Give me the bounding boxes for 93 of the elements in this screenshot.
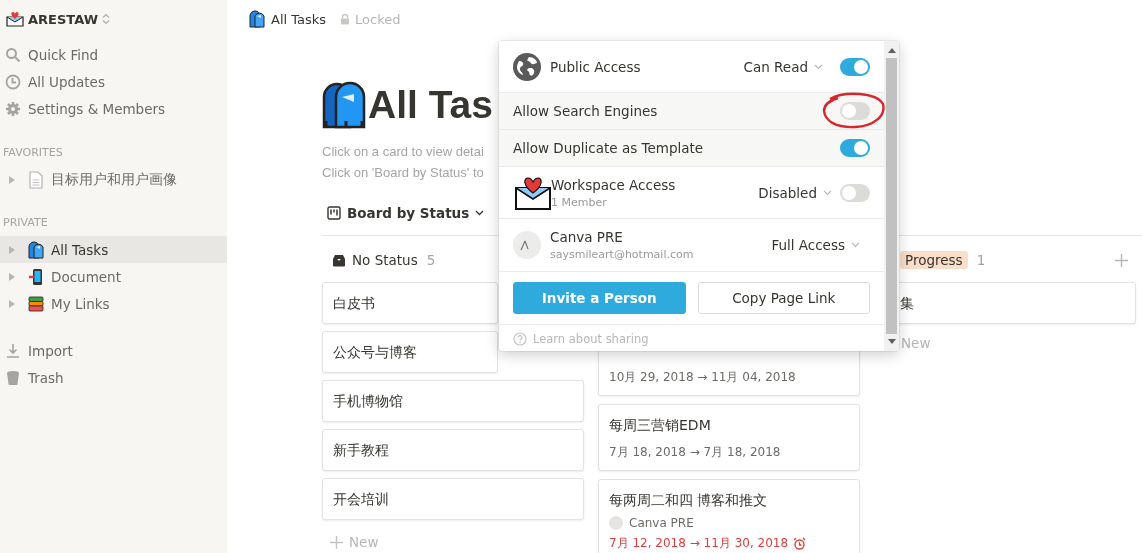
chevron-down-icon [814, 63, 823, 70]
scroll-up-icon [887, 48, 896, 53]
mailbox-icon [28, 240, 44, 259]
card-title: 每两周二和四 博客和推文 [609, 491, 768, 510]
inbox-icon [332, 253, 346, 267]
section-heading: PRIVATE [2, 215, 49, 231]
workspace-switcher[interactable]: ARESTAW [0, 0, 227, 38]
section-heading: FAVORITES [2, 145, 64, 161]
column-count: 5 [426, 252, 436, 268]
date-range: 7月 12, 2018 → 11月 30, 2018 [609, 535, 849, 552]
chevron-down-icon [851, 242, 860, 248]
toggle-switch[interactable] [840, 183, 870, 202]
help-icon [513, 332, 527, 346]
date-range: 10月 29, 2018 → 11月 04, 2018 [609, 369, 797, 386]
board-card[interactable]: 每周三营销EDM 7月 18, 2018 → 7月 18, 2018 [598, 404, 860, 471]
avatar-icon [513, 231, 541, 259]
sidebar-item[interactable]: Import [0, 337, 227, 364]
board-icon [327, 206, 341, 220]
phone-icon [28, 267, 44, 286]
column-count: 1 [976, 252, 986, 268]
permission-dropdown[interactable]: Can Read [743, 58, 823, 75]
card-title: 集 [900, 294, 914, 313]
sidebar-item[interactable]: Quick Find [0, 41, 227, 68]
card-title: 新手教程 [333, 441, 389, 460]
sidebar-page[interactable]: My Links [0, 290, 227, 317]
card-title: 白皮书 [333, 294, 375, 313]
sidebar-page[interactable]: All Tasks [0, 236, 227, 263]
setting-detail: 1 Member [551, 195, 608, 209]
clock-icon [5, 73, 21, 90]
plus-icon [330, 535, 343, 549]
date-range: 7月 18, 2018 → 7月 18, 2018 [609, 444, 782, 461]
description-text: Click on a card to view detai [322, 143, 484, 161]
scrollbar[interactable] [884, 41, 899, 351]
sidebar-item[interactable]: All Updates [0, 68, 227, 95]
board-card[interactable]: 开会培训 [322, 478, 584, 520]
lock-icon [340, 13, 351, 25]
chevron-down-icon [823, 189, 832, 196]
description-text: Click on 'Board by Status' to [322, 164, 484, 182]
card-title: 手机博物馆 [333, 392, 403, 411]
board-card[interactable]: 新手教程 [322, 429, 584, 471]
copy-link-button[interactable]: Copy Page Link [697, 282, 870, 314]
board-card[interactable]: 白皮书 [322, 282, 498, 324]
setting-detail: saysmileart@hotmail.com [550, 248, 695, 261]
setting-label: Allow Search Engines [513, 103, 659, 119]
toggle-switch[interactable] [840, 139, 870, 157]
page-title: All Tas [368, 82, 493, 128]
plus-icon [1115, 253, 1128, 267]
books-icon [28, 295, 44, 312]
mailbox-icon [249, 10, 265, 28]
alarm-clock-icon [793, 537, 807, 550]
setting-label: Allow Duplicate as Template [513, 140, 705, 156]
trash-icon [5, 369, 21, 386]
lock-status: Locked [340, 11, 401, 27]
card-title: 每周三营销EDM [609, 416, 711, 435]
mailbox-icon [322, 81, 366, 129]
scroll-down-icon [887, 339, 896, 344]
search-icon [5, 46, 21, 63]
envelope-heart-icon [515, 175, 551, 210]
download-icon [5, 342, 21, 359]
board-card[interactable]: 手机博物馆 [322, 380, 584, 422]
chevron-down-icon [475, 210, 485, 216]
breadcrumb-link[interactable]: All Tasks [249, 10, 327, 28]
add-button[interactable] [1115, 253, 1128, 267]
expand-triangle-icon [8, 271, 16, 282]
board-card[interactable]: 每两周二和四 博客和推文 Canva PRE 7月 12, 2018 → 11月 30, 2018 [598, 479, 860, 553]
setting-label: Public Access [550, 58, 642, 75]
person-tag: Canva PRE [609, 516, 849, 530]
updown-chevron-icon [102, 13, 110, 25]
scrollbar-thumb[interactable] [886, 58, 897, 334]
sidebar-item[interactable]: Settings & Members [0, 95, 227, 122]
status-tag: Progress [900, 251, 968, 269]
sidebar-item[interactable]: Trash [0, 364, 227, 391]
avatar-icon [609, 516, 623, 530]
board-card[interactable]: 公众号与博客 [322, 331, 498, 373]
permission-dropdown[interactable]: Full Access [771, 237, 860, 253]
column-title: No Status [332, 252, 418, 268]
toggle-switch[interactable] [840, 57, 870, 76]
toggle-switch[interactable] [840, 102, 870, 120]
view-switcher[interactable]: Board by Status [327, 202, 485, 224]
card-title: 公众号与博客 [333, 343, 417, 362]
expand-triangle-icon [8, 244, 16, 255]
document-icon [28, 170, 44, 189]
card-title: 开会培训 [333, 490, 389, 509]
envelope-heart-icon [6, 11, 24, 27]
permission-dropdown[interactable]: Disabled [758, 184, 832, 201]
globe-icon [513, 52, 541, 81]
setting-label: Canva PRE [550, 229, 624, 245]
setting-label: Workspace Access [551, 176, 677, 193]
settings-icon [5, 100, 21, 117]
sidebar-page[interactable]: 目标用户和用户画像 [0, 166, 227, 193]
expand-triangle-icon [8, 298, 16, 309]
sidebar-page[interactable]: Document [0, 263, 227, 290]
expand-triangle-icon [8, 174, 16, 185]
